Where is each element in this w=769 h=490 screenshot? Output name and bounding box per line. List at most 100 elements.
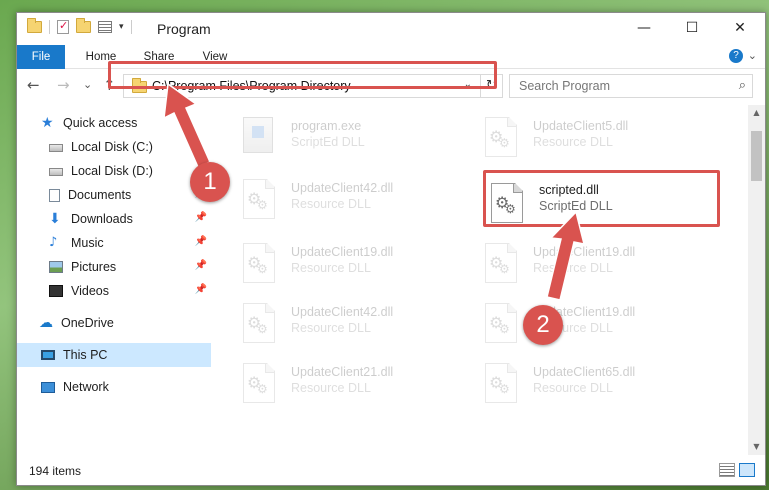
music-icon: ♪ [49, 235, 58, 250]
dll-file-icon: ⚙ ⚙ [243, 303, 281, 347]
file-description: Resource DLL [291, 197, 371, 211]
ribbon-expand-icon[interactable]: ⌄ [748, 49, 757, 62]
scroll-up-icon[interactable]: ▲ [748, 105, 765, 121]
sidebar-item-label: This PC [63, 348, 108, 362]
tab-file[interactable]: File [17, 45, 65, 69]
file-description: Resource DLL [291, 381, 371, 395]
item-count: 194 items [29, 464, 82, 478]
sidebar-item-documents[interactable]: Documents 📌 [17, 183, 211, 207]
sidebar-item-local-disk-c[interactable]: Local Disk (C:) [17, 135, 211, 159]
sidebar-item-pictures[interactable]: Pictures 📌 [17, 255, 211, 279]
status-bar: 194 items [17, 457, 765, 485]
file-description: Resource DLL [291, 261, 371, 275]
new-folder-icon[interactable] [76, 18, 91, 33]
star-icon: ★ [41, 115, 54, 131]
recent-locations-button[interactable]: ⌄ [83, 78, 92, 91]
sidebar-item-label: Pictures [71, 260, 117, 274]
customize-dropdown-icon[interactable]: ▾ [119, 22, 124, 32]
large-icons-view-icon[interactable] [739, 463, 755, 477]
properties-icon[interactable] [98, 21, 112, 33]
file-name: UpdateClient65.dll [533, 365, 636, 379]
file-item[interactable]: ⚙ ⚙ UpdateClient19.dll Resource DLL [485, 299, 715, 355]
vertical-scrollbar[interactable]: ▲ ▼ [748, 105, 765, 455]
dll-file-icon: ⚙ ⚙ [485, 243, 523, 287]
sidebar-item-network[interactable]: Network [17, 375, 211, 399]
search-box[interactable]: Search Program ⌕ [509, 74, 753, 98]
file-name: UpdateClient42.dll [291, 305, 394, 319]
sidebar-item-downloads[interactable]: ⬇ Downloads 📌 [17, 207, 211, 231]
sidebar-item-label: Network [63, 380, 109, 394]
close-button[interactable]: ✕ [717, 13, 763, 43]
file-name: UpdateClient42.dll [291, 181, 394, 195]
file-item[interactable]: ⚙ ⚙ UpdateClient21.dll Resource DLL [243, 359, 473, 415]
file-description: Resource DLL [533, 261, 613, 275]
file-list: program.exe ScriptEd DLL ⚙ ⚙ UpdateClient… [213, 105, 747, 455]
file-item[interactable]: ⚙ ⚙ UpdateClient42.dll Resource DLL [243, 299, 473, 355]
sidebar-item-quick-access[interactable]: ★ Quick access [17, 111, 211, 135]
sidebar-item-label: Music [71, 236, 104, 250]
dll-file-icon: ⚙ ⚙ [485, 117, 523, 161]
sidebar-item-label: Quick access [63, 116, 138, 130]
address-bar-highlight [108, 61, 497, 89]
cloud-icon: ☁ [39, 315, 53, 331]
file-description: Resource DLL [533, 381, 613, 395]
dll-file-icon: ⚙ ⚙ [243, 243, 281, 287]
properties-check-icon[interactable] [57, 19, 69, 34]
separator [130, 20, 132, 34]
file-item[interactable]: ⚙ ⚙ UpdateClient19.dll Resource DLL [243, 239, 473, 295]
maximize-button[interactable]: ☐ [669, 13, 715, 43]
file-item[interactable]: ⚙ ⚙ UpdateClient65.dll Resource DLL [485, 359, 715, 415]
download-icon: ⬇ [49, 211, 61, 227]
sidebar-item-music[interactable]: ♪ Music 📌 [17, 231, 211, 255]
file-description: Resource DLL [291, 321, 371, 335]
drive-icon [49, 144, 63, 152]
sidebar-item-label: Documents [68, 188, 132, 202]
documents-icon [49, 188, 60, 202]
quick-access-toolbar: ▾ [27, 18, 132, 34]
file-description: Resource DLL [533, 135, 613, 149]
sidebar-item-label: OneDrive [61, 316, 114, 330]
title-bar: ▾ Program — ☐ ✕ [17, 13, 765, 45]
sidebar-item-onedrive[interactable]: ☁ OneDrive [17, 311, 211, 335]
pictures-icon [49, 261, 63, 273]
minimize-button[interactable]: — [621, 13, 667, 43]
file-item[interactable]: ⚙ ⚙ UpdateClient19.dll Resource DLL [485, 239, 715, 295]
scroll-thumb[interactable] [751, 131, 762, 181]
file-description: ScriptEd DLL [291, 135, 365, 149]
network-icon [41, 381, 55, 393]
sidebar-item-label: Local Disk (C:) [71, 140, 153, 154]
navigation-pane: ★ Quick access Local Disk (C:) Local Dis… [17, 105, 211, 455]
file-item[interactable]: ⚙ ⚙ UpdateClient5.dll Resource DLL [485, 113, 715, 169]
help-icon[interactable]: ? [729, 49, 743, 63]
scripted-dll-highlight [483, 170, 720, 227]
drive-icon [49, 168, 63, 176]
search-icon[interactable]: ⌕ [739, 78, 746, 93]
forward-button[interactable]: → [57, 76, 70, 94]
file-name: UpdateClient19.dll [291, 245, 394, 259]
file-name: UpdateClient21.dll [291, 365, 394, 379]
step-1-badge: 1 [190, 162, 230, 202]
dll-file-icon: ⚙ ⚙ [243, 179, 281, 223]
pin-icon[interactable]: 📌 [195, 236, 207, 247]
sidebar-item-videos[interactable]: Videos 📌 [17, 279, 211, 303]
details-view-icon[interactable] [719, 463, 735, 477]
file-item[interactable]: program.exe ScriptEd DLL [243, 113, 473, 169]
sidebar-item-label: Videos [71, 284, 109, 298]
pin-icon[interactable]: 📌 [195, 260, 207, 271]
scroll-down-icon[interactable]: ▼ [748, 439, 765, 455]
dll-file-icon: ⚙ ⚙ [485, 363, 523, 407]
sidebar-item-label: Downloads [71, 212, 133, 226]
search-input[interactable]: Search Program [519, 79, 610, 93]
back-button[interactable]: ← [27, 76, 40, 94]
file-item[interactable]: ⚙ ⚙ UpdateClient42.dll Resource DLL [243, 175, 473, 231]
executable-icon [243, 117, 281, 161]
sidebar-item-local-disk-d[interactable]: Local Disk (D:) [17, 159, 211, 183]
file-name: UpdateClient5.dll [533, 119, 629, 133]
pin-icon[interactable]: 📌 [195, 284, 207, 295]
videos-icon [49, 285, 63, 297]
pin-icon[interactable]: 📌 [195, 212, 207, 223]
folder-icon[interactable] [27, 18, 42, 33]
pc-icon [41, 350, 55, 360]
dll-file-icon: ⚙ ⚙ [243, 363, 281, 407]
sidebar-item-this-pc[interactable]: This PC [17, 343, 211, 367]
